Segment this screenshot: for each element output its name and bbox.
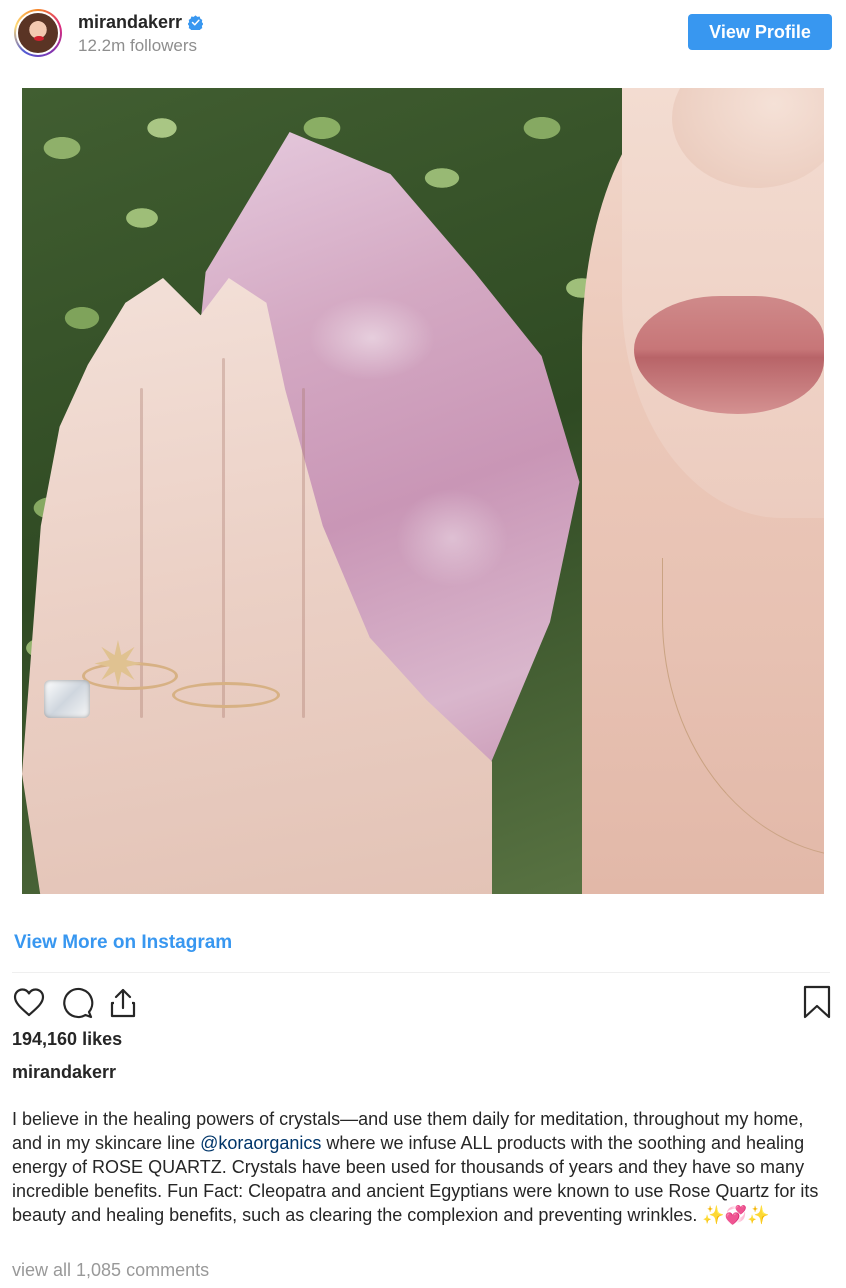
bookmark-icon[interactable] <box>802 985 832 1019</box>
post-image[interactable]: ✷ <box>22 88 824 894</box>
follower-count: 12.2m followers <box>78 36 198 55</box>
share-icon[interactable] <box>106 986 140 1020</box>
photo-ring <box>172 682 280 708</box>
username-row: mirandakerr <box>78 12 204 33</box>
verified-badge-icon <box>188 15 204 30</box>
photo-finger-gap <box>302 388 305 718</box>
photo-finger-gap <box>222 358 225 718</box>
heart-icon[interactable] <box>12 986 46 1020</box>
caption-username[interactable]: mirandakerr <box>12 1062 116 1083</box>
avatar-photo <box>16 11 60 55</box>
username-link[interactable]: mirandakerr <box>78 12 182 33</box>
avatar-lips <box>34 36 44 41</box>
post-caption: I believe in the healing powers of cryst… <box>12 1107 834 1227</box>
like-count[interactable]: 194,160 likes <box>12 1029 122 1050</box>
view-more-on-instagram-link[interactable]: View More on Instagram <box>14 932 232 954</box>
mention-link[interactable]: @koraorganics <box>200 1133 321 1153</box>
photo-diamond-ring <box>44 680 90 718</box>
post-header: mirandakerr 12.2m followers View Profile <box>0 0 846 72</box>
photo-star-ring: ✷ <box>92 631 144 700</box>
view-profile-button[interactable]: View Profile <box>688 14 832 50</box>
view-all-comments-link[interactable]: view all 1,085 comments <box>12 1260 209 1281</box>
avatar[interactable] <box>14 9 62 57</box>
divider <box>12 972 830 973</box>
comment-bubble-icon[interactable] <box>60 986 94 1020</box>
